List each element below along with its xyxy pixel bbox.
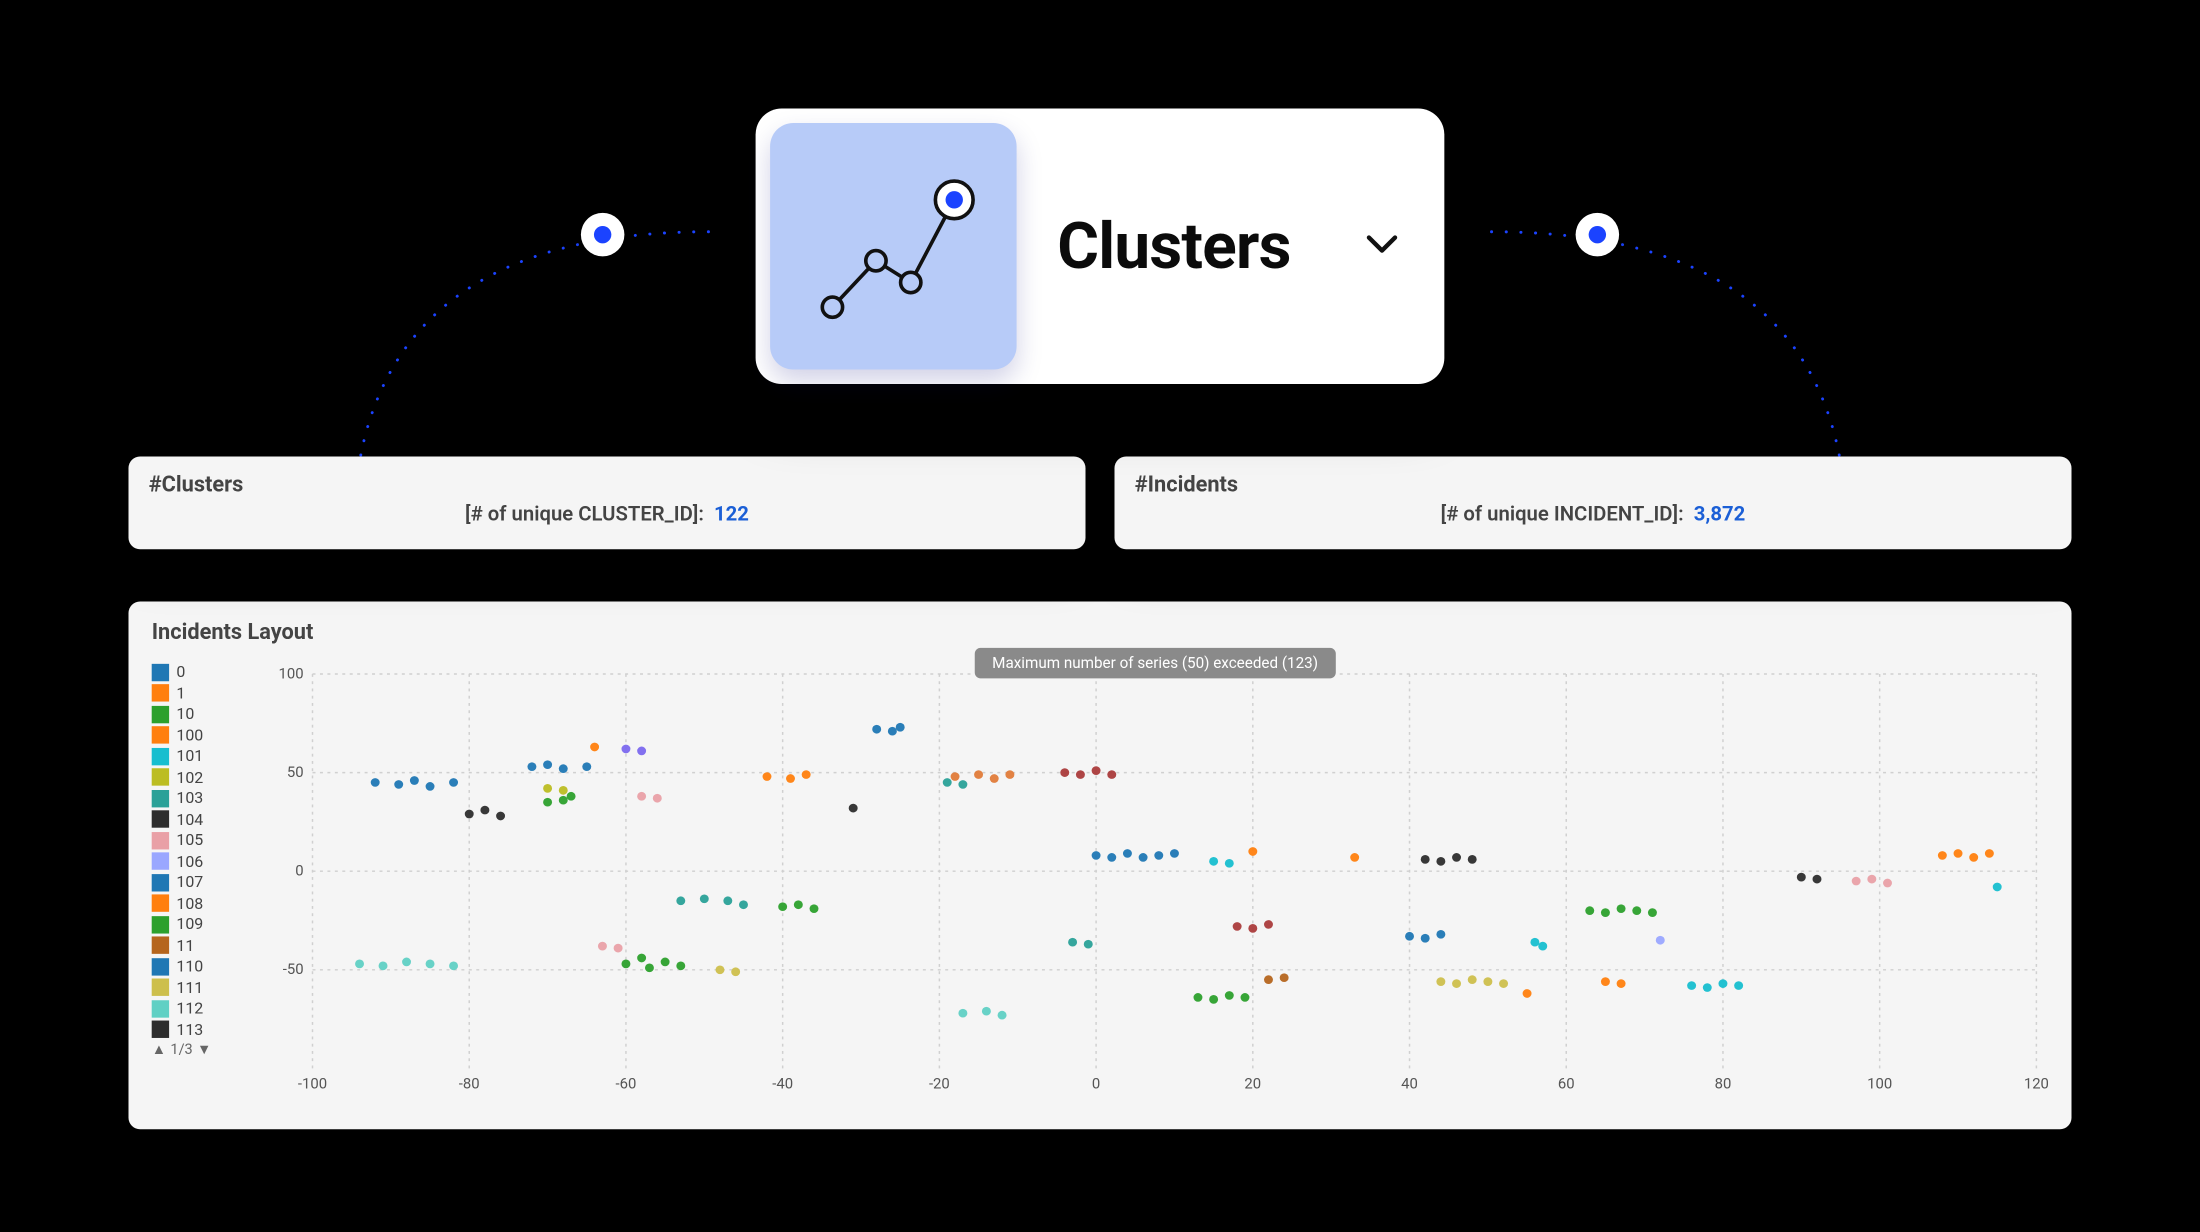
legend-label: 107 bbox=[176, 873, 203, 892]
svg-text:80: 80 bbox=[1715, 1075, 1732, 1093]
legend-swatch bbox=[152, 873, 169, 890]
stat-title: #Clusters bbox=[149, 471, 1065, 497]
stat-card-clusters: #Clusters [# of unique CLUSTER_ID]: 122 bbox=[129, 457, 1086, 550]
chart-warning: Maximum number of series (50) exceeded (… bbox=[975, 648, 1336, 678]
chart-card: Incidents Layout 01101001011021031041051… bbox=[129, 602, 2072, 1130]
legend-label: 109 bbox=[176, 915, 203, 934]
svg-text:60: 60 bbox=[1558, 1075, 1575, 1093]
legend-item[interactable]: 104 bbox=[152, 810, 251, 829]
svg-text:40: 40 bbox=[1401, 1075, 1418, 1093]
connector-left bbox=[274, 167, 738, 492]
svg-text:-40: -40 bbox=[772, 1075, 793, 1093]
svg-text:-50: -50 bbox=[283, 960, 304, 978]
header-card[interactable]: Clusters bbox=[756, 109, 1445, 385]
scatter-plot[interactable]: -50 0 50 100 -100 -80 -60 -40 -20 0 20 40 60 80 100 120 bbox=[262, 654, 2048, 1104]
legend-swatch bbox=[152, 831, 169, 848]
legend-swatch bbox=[152, 663, 169, 680]
legend-item[interactable]: 11 bbox=[152, 936, 251, 955]
legend-swatch bbox=[152, 1021, 169, 1038]
legend-item[interactable]: 112 bbox=[152, 999, 251, 1018]
header-title: Clusters bbox=[1057, 209, 1291, 284]
legend-label: 112 bbox=[176, 999, 203, 1018]
legend-item[interactable]: 105 bbox=[152, 831, 251, 850]
triangle-down-icon[interactable]: ▼ bbox=[197, 1042, 211, 1058]
stat-card-incidents: #Incidents [# of unique INCIDENT_ID]: 3,… bbox=[1115, 457, 2072, 550]
legend-label: 10 bbox=[176, 704, 194, 723]
svg-text:50: 50 bbox=[287, 763, 304, 781]
svg-text:120: 120 bbox=[2024, 1075, 2048, 1093]
legend-label: 0 bbox=[176, 662, 185, 681]
legend-item[interactable]: 110 bbox=[152, 957, 251, 976]
legend-swatch bbox=[152, 936, 169, 953]
legend-item[interactable]: 111 bbox=[152, 978, 251, 997]
line-chart-icon bbox=[770, 123, 1017, 370]
svg-text:0: 0 bbox=[1092, 1075, 1100, 1093]
legend-label: 102 bbox=[176, 768, 203, 787]
legend-swatch bbox=[152, 684, 169, 701]
stat-label: [# of unique INCIDENT_ID]: bbox=[1441, 503, 1684, 526]
legend-item[interactable]: 107 bbox=[152, 873, 251, 892]
legend-item[interactable]: 100 bbox=[152, 725, 251, 744]
legend-swatch bbox=[152, 894, 169, 911]
legend-item[interactable]: 1 bbox=[152, 683, 251, 702]
legend-swatch bbox=[152, 852, 169, 869]
legend-swatch bbox=[152, 768, 169, 785]
svg-text:-60: -60 bbox=[616, 1075, 637, 1093]
chevron-down-icon[interactable] bbox=[1360, 222, 1404, 271]
legend-label: 111 bbox=[176, 978, 203, 997]
legend-label: 11 bbox=[176, 936, 194, 955]
legend-item[interactable]: 101 bbox=[152, 747, 251, 766]
svg-text:-100: -100 bbox=[298, 1075, 327, 1093]
legend-label: 100 bbox=[176, 725, 203, 744]
stat-value: 122 bbox=[714, 503, 749, 526]
legend-swatch bbox=[152, 979, 169, 996]
legend-item[interactable]: 106 bbox=[152, 852, 251, 871]
legend-item[interactable]: 103 bbox=[152, 789, 251, 808]
stat-title: #Incidents bbox=[1135, 471, 2051, 497]
legend-label: 113 bbox=[176, 1020, 203, 1039]
connector-right bbox=[1463, 167, 1927, 492]
legend-label: 110 bbox=[176, 957, 203, 976]
legend-label: 103 bbox=[176, 789, 203, 808]
legend-label: 1 bbox=[176, 683, 185, 702]
svg-text:20: 20 bbox=[1244, 1075, 1261, 1093]
legend-swatch bbox=[152, 747, 169, 764]
legend-label: 106 bbox=[176, 852, 203, 871]
legend-swatch bbox=[152, 1000, 169, 1017]
legend-item[interactable]: 10 bbox=[152, 704, 251, 723]
stat-label: [# of unique CLUSTER_ID]: bbox=[465, 503, 704, 526]
legend-swatch bbox=[152, 957, 169, 974]
legend-swatch bbox=[152, 915, 169, 932]
legend-label: 108 bbox=[176, 894, 203, 913]
legend-pager[interactable]: ▲1/3 ▼ bbox=[152, 1042, 251, 1058]
legend-label: 104 bbox=[176, 810, 203, 829]
legend-item[interactable]: 102 bbox=[152, 768, 251, 787]
node-dot-left bbox=[581, 213, 625, 257]
legend-swatch bbox=[152, 789, 169, 806]
chart-title: Incidents Layout bbox=[152, 619, 2049, 645]
legend-swatch bbox=[152, 705, 169, 722]
triangle-up-icon[interactable]: ▲ bbox=[152, 1042, 166, 1058]
legend-label: 101 bbox=[176, 747, 203, 766]
legend-swatch bbox=[152, 726, 169, 743]
legend-swatch bbox=[152, 810, 169, 827]
legend-item[interactable]: 109 bbox=[152, 915, 251, 934]
legend-item[interactable]: 108 bbox=[152, 894, 251, 913]
svg-text:0: 0 bbox=[295, 862, 303, 880]
svg-text:-20: -20 bbox=[929, 1075, 950, 1093]
svg-text:100: 100 bbox=[278, 665, 303, 683]
legend-item[interactable]: 113 bbox=[152, 1020, 251, 1039]
svg-text:100: 100 bbox=[1867, 1075, 1892, 1093]
svg-text:-80: -80 bbox=[459, 1075, 480, 1093]
stat-value: 3,872 bbox=[1694, 503, 1746, 526]
node-dot-right bbox=[1576, 213, 1620, 257]
legend-label: 105 bbox=[176, 831, 203, 850]
legend-item[interactable]: 0 bbox=[152, 662, 251, 681]
pager-text: 1/3 bbox=[170, 1042, 192, 1058]
chart-legend: 0110100101102103104105106107108109111101… bbox=[152, 654, 251, 1109]
